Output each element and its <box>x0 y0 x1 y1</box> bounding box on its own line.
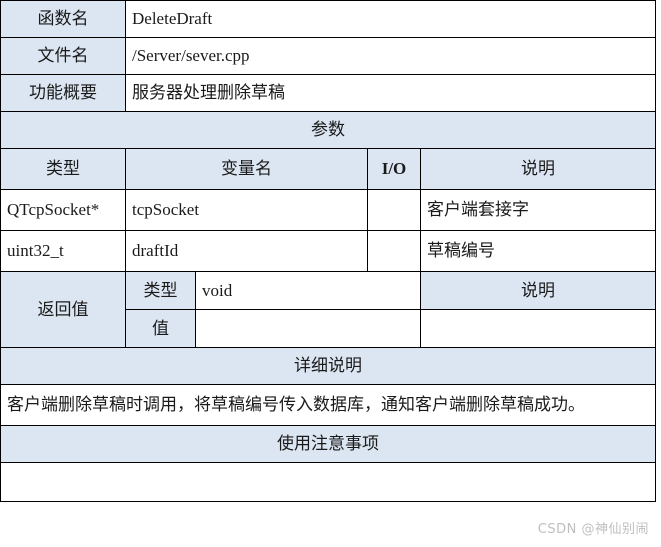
section-title-notes: 使用注意事项 <box>0 425 657 463</box>
section-title-parameters: 参数 <box>0 111 657 149</box>
column-header-io: I/O <box>367 148 421 190</box>
value-file-name: /Server/sever.cpp <box>124 37 657 75</box>
section-band-detail: 详细说明 <box>0 347 657 385</box>
table-row-function-name: 函数名 DeleteDraft <box>0 0 657 38</box>
table-row-file-name: 文件名 /Server/sever.cpp <box>0 37 657 75</box>
column-header-type: 类型 <box>0 148 126 190</box>
label-return-value: 返回值 <box>0 271 126 348</box>
label-function-name: 函数名 <box>0 0 126 38</box>
column-header-variable-name: 变量名 <box>125 148 368 190</box>
table-row-notes-body <box>0 462 657 502</box>
value-return-value <box>195 309 421 348</box>
table-row-detail-body: 客户端删除草稿时调用，将草稿编号传入数据库，通知客户端删除草稿成功。 <box>0 384 657 426</box>
label-summary: 功能概要 <box>0 74 126 112</box>
table-row-return-type: 返回值 类型 void 说明 <box>0 271 657 348</box>
notes-text <box>0 462 657 502</box>
section-title-detail: 详细说明 <box>0 347 657 385</box>
column-header-description: 说明 <box>419 148 657 190</box>
param-description: 客户端套接字 <box>419 189 657 231</box>
section-band-notes: 使用注意事项 <box>0 425 657 463</box>
param-description: 草稿编号 <box>419 230 657 272</box>
param-name: draftId <box>125 230 368 272</box>
label-file-name: 文件名 <box>0 37 126 75</box>
function-spec-table: 函数名 DeleteDraft 文件名 /Server/sever.cpp 功能… <box>0 0 657 502</box>
value-return-description <box>419 309 657 348</box>
table-row: uint32_t draftId 草稿编号 <box>0 230 657 272</box>
value-summary: 服务器处理删除草稿 <box>124 74 657 112</box>
csdn-watermark: CSDN @神仙别闹 <box>537 522 649 537</box>
table-header-row-parameters: 类型 变量名 I/O 说明 <box>0 148 657 190</box>
param-io <box>367 230 421 272</box>
value-function-name: DeleteDraft <box>124 0 657 38</box>
detail-description-text: 客户端删除草稿时调用，将草稿编号传入数据库，通知客户端删除草稿成功。 <box>0 384 657 426</box>
table-row-summary: 功能概要 服务器处理删除草稿 <box>0 74 657 112</box>
param-type: uint32_t <box>0 230 126 272</box>
param-type: QTcpSocket* <box>0 189 126 231</box>
column-header-return-description: 说明 <box>419 271 657 310</box>
table-row: QTcpSocket* tcpSocket 客户端套接字 <box>0 189 657 231</box>
label-return-type: 类型 <box>125 271 196 310</box>
label-return-value-key: 值 <box>125 309 196 348</box>
param-io <box>367 189 421 231</box>
param-name: tcpSocket <box>125 189 368 231</box>
value-return-type: void <box>195 271 421 310</box>
section-band-parameters: 参数 <box>0 111 657 149</box>
